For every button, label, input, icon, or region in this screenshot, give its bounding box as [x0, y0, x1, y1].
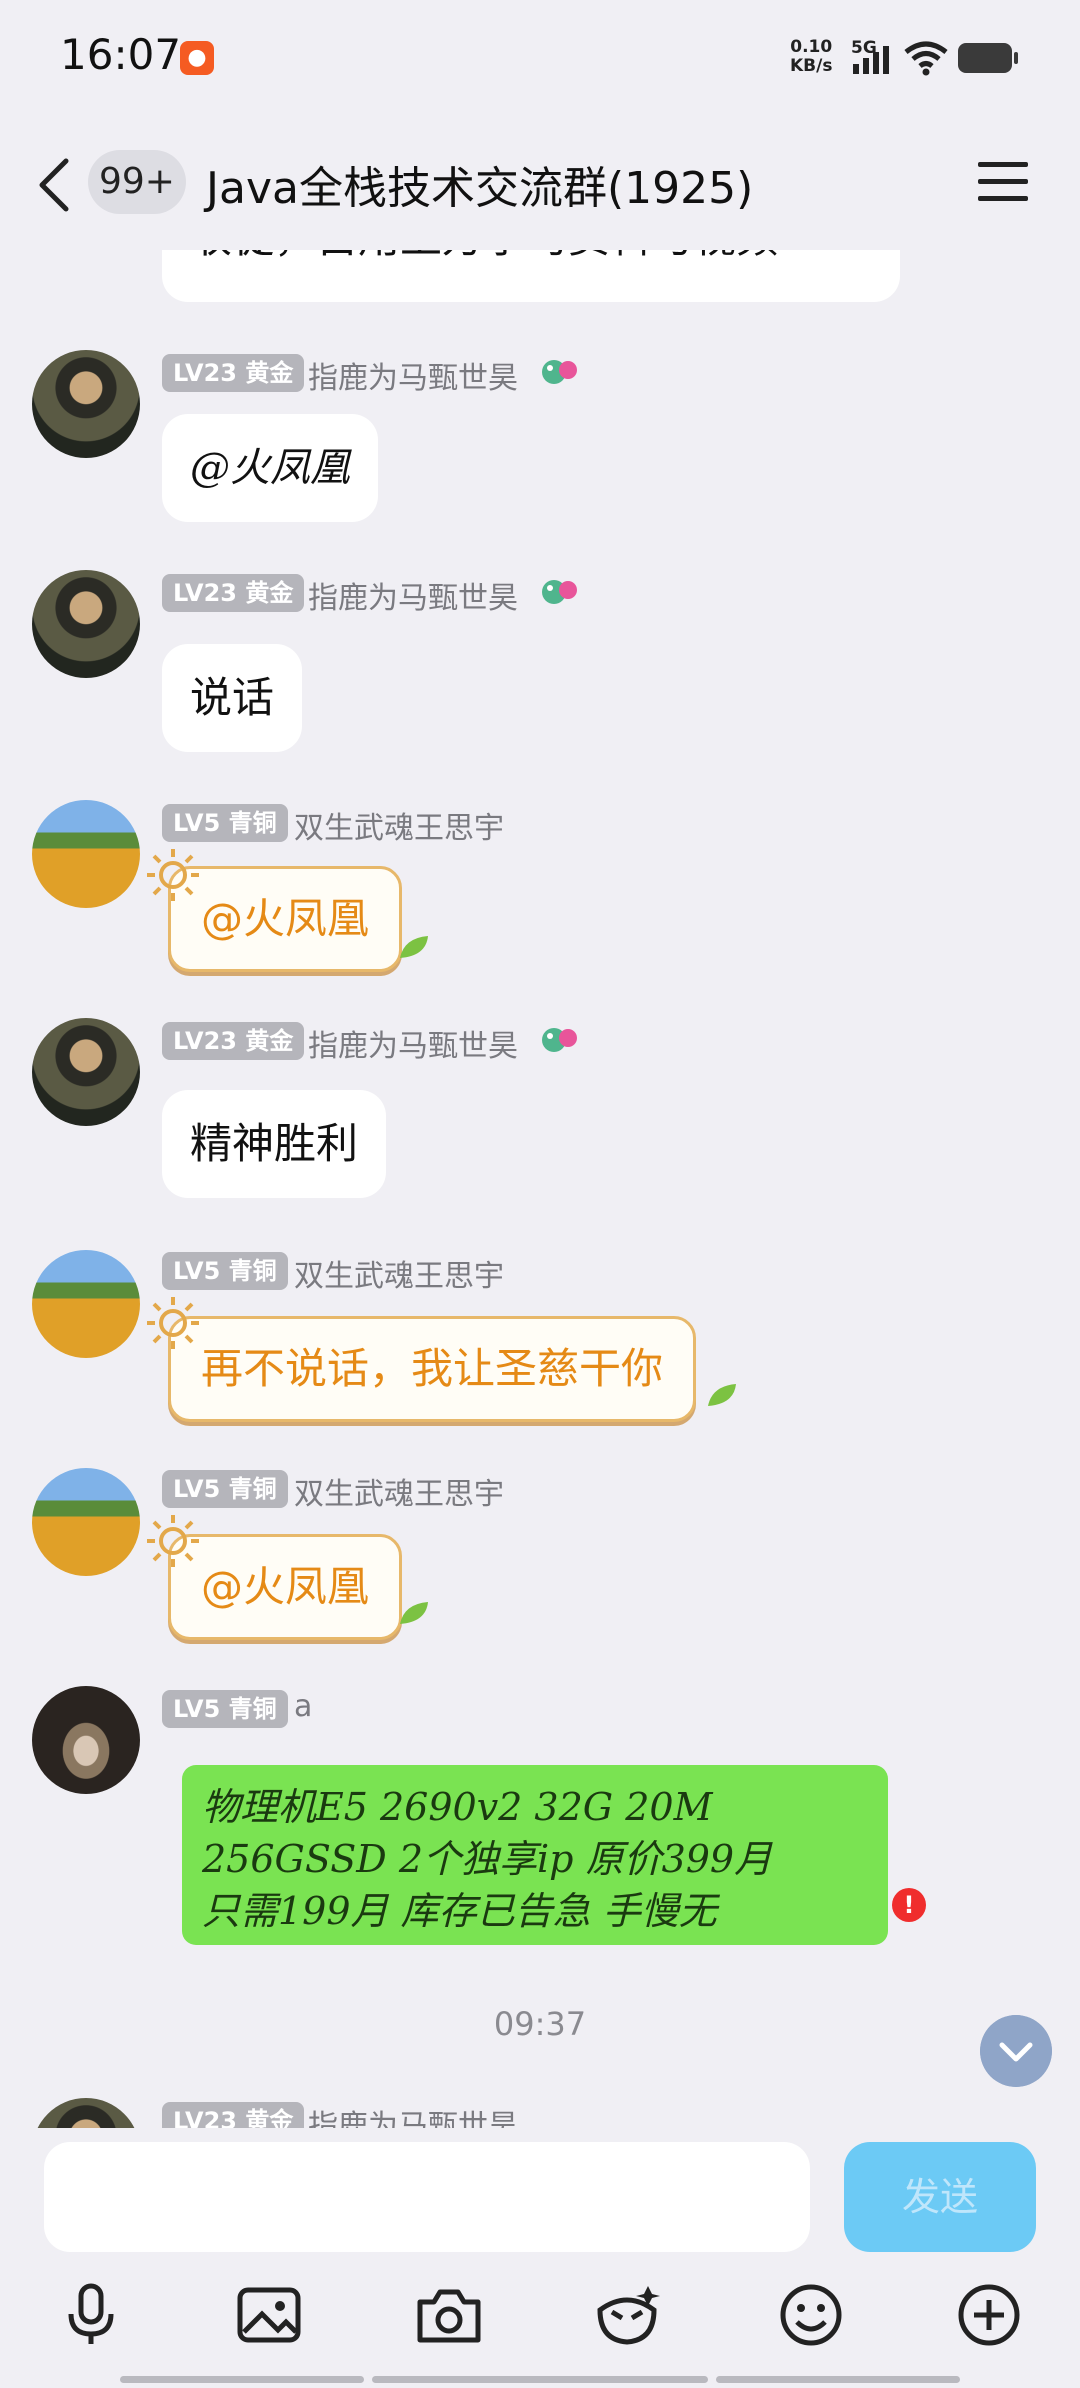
level-badge: LV23 黄金 — [162, 354, 305, 392]
dragon-icon — [542, 1028, 577, 1052]
message-timestamp: 09:37 — [493, 2005, 587, 2043]
message-text: 精神胜利 — [190, 1119, 359, 1168]
message-text-line: 256GSSD 2个独享ip 原价399月 — [202, 1837, 773, 1881]
message-text: @火凤凰 — [201, 894, 370, 943]
message-text-line: 物理机E5 2690v2 32G 20M — [202, 1785, 713, 1829]
level-badge: LV5 青铜 — [162, 804, 288, 842]
gesture-bar — [372, 2376, 708, 2383]
scroll-down-icon[interactable] — [980, 2015, 1052, 2087]
avatar[interactable] — [32, 1468, 140, 1576]
leaf-icon — [708, 1384, 736, 1406]
wifi-icon — [904, 41, 948, 76]
camera-icon[interactable] — [414, 2280, 484, 2350]
avatar[interactable] — [32, 350, 140, 458]
unread-count-badge[interactable]: 99+ — [88, 150, 186, 214]
avatar[interactable] — [32, 1686, 140, 1794]
message-bubble[interactable]: 说话 — [162, 644, 303, 752]
sun-icon — [147, 1297, 199, 1349]
gesture-bar — [716, 2376, 960, 2383]
level-badge: LV23 黄金 — [162, 1022, 305, 1060]
sun-icon — [147, 849, 199, 901]
mic-icon[interactable] — [56, 2280, 126, 2350]
net-speed-value: 0.10 — [790, 37, 833, 57]
message-input[interactable] — [44, 2142, 810, 2252]
message-partial-row: LV23 黄金 指鹿为马甄世昊 — [0, 2098, 1080, 2128]
level-badge: LV5 青铜 — [162, 1470, 288, 1508]
message-bubble[interactable]: @火凤凰 — [162, 414, 378, 522]
message-bubble-sunny[interactable]: @火凤凰 — [168, 866, 403, 972]
send-failed-icon[interactable]: ! — [892, 1888, 926, 1922]
sender-name[interactable]: a — [294, 1689, 312, 1724]
message-text: 说话 — [190, 673, 275, 722]
level-badge: LV23 黄金 — [162, 2102, 305, 2128]
sender-name[interactable]: 指鹿为马甄世昊 — [308, 353, 518, 397]
level-badge: LV5 青铜 — [162, 1690, 288, 1728]
sender-name[interactable]: 指鹿为马甄世昊 — [308, 573, 518, 617]
message-bubble-sunny[interactable]: @火凤凰 — [168, 1534, 403, 1640]
status-bar: 16:07 ● 0.10 KB/s 5G — [0, 0, 1080, 120]
chat-title[interactable]: Java全栈技术交流群(1925) — [206, 152, 753, 216]
send-button[interactable]: 发送 — [844, 2142, 1036, 2252]
sun-icon — [147, 1515, 199, 1567]
battery-icon — [958, 43, 1018, 73]
app-notification-icon: ● — [180, 41, 214, 75]
message-bubble-partial[interactable]: 收徒，自用上万学习资料与视频 — [162, 250, 900, 302]
emoji-icon[interactable] — [776, 2280, 846, 2350]
sender-name[interactable]: 双生武魂王思宇 — [294, 1251, 504, 1295]
menu-icon[interactable] — [978, 160, 1028, 204]
avatar[interactable] — [32, 800, 140, 908]
image-icon[interactable] — [234, 2280, 304, 2350]
sender-name[interactable]: 指鹿为马甄世昊 — [308, 2101, 518, 2128]
avatar[interactable] — [32, 1018, 140, 1126]
message-text: @火凤凰 — [201, 1562, 370, 1611]
signal-icon — [853, 46, 889, 74]
gesture-bar — [120, 2376, 364, 2383]
fun-icon[interactable] — [592, 2280, 662, 2350]
back-icon[interactable] — [34, 155, 74, 215]
sender-name[interactable]: 双生武魂王思宇 — [294, 803, 504, 847]
leaf-icon — [400, 1602, 428, 1624]
message-text-line: 只需199月 库存已告急 手慢无 — [202, 1889, 717, 1933]
avatar[interactable] — [32, 570, 140, 678]
sender-name[interactable]: 双生武魂王思宇 — [294, 1469, 504, 1513]
net-speed-unit: KB/s — [790, 56, 833, 76]
level-badge: LV5 青铜 — [162, 1252, 288, 1290]
input-toolbar — [0, 2270, 1080, 2370]
message-text: 再不说话，我让圣慈干你 — [201, 1344, 664, 1393]
sender-name[interactable]: 指鹿为马甄世昊 — [308, 1021, 518, 1065]
status-time: 16:07 — [60, 30, 182, 79]
message-text: @火凤凰 — [190, 445, 350, 491]
message-bubble-sunny[interactable]: 再不说话，我让圣慈干你 — [168, 1316, 697, 1422]
net-speed: 0.10 KB/s — [790, 38, 832, 76]
level-badge: LV23 黄金 — [162, 574, 305, 612]
leaf-icon — [400, 936, 428, 958]
avatar[interactable] — [32, 2098, 140, 2128]
message-bubble[interactable]: 精神胜利 — [162, 1090, 387, 1198]
dragon-icon — [542, 360, 577, 384]
message-bubble-green[interactable]: 物理机E5 2690v2 32G 20M 256GSSD 2个独享ip 原价39… — [182, 1765, 888, 1945]
avatar[interactable] — [32, 1250, 140, 1358]
message-text: 收徒，自用上万学习资料与视频 — [190, 250, 778, 268]
plus-icon[interactable] — [954, 2280, 1024, 2350]
dragon-icon — [542, 580, 577, 604]
